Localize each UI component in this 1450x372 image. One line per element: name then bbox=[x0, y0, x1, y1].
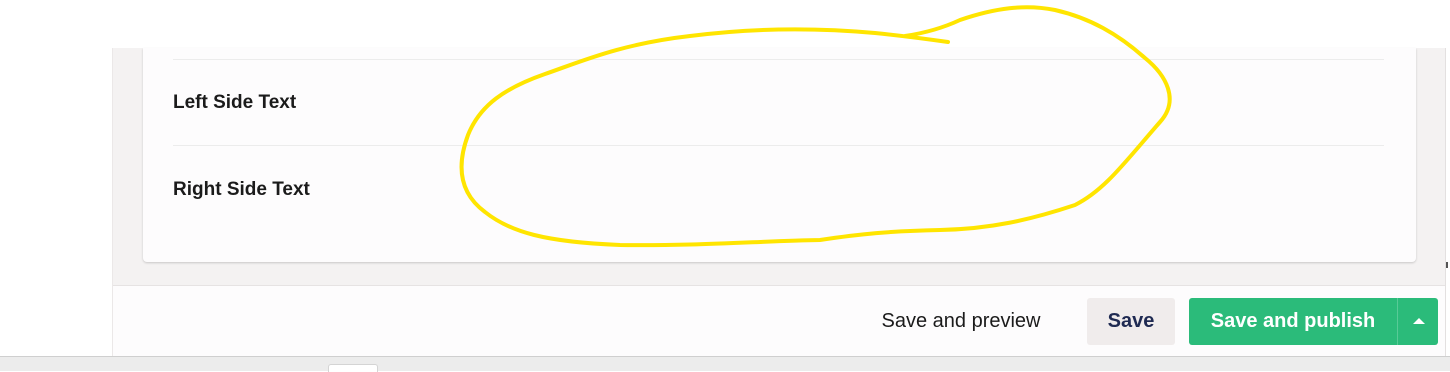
resize-handle bbox=[1446, 262, 1450, 268]
properties-panel: Left Side Text Right Side Text bbox=[143, 48, 1416, 262]
publish-options-button[interactable] bbox=[1397, 298, 1438, 345]
property-label-left-side-text: Left Side Text bbox=[173, 92, 297, 113]
taskbar-item[interactable] bbox=[328, 364, 378, 372]
taskbar bbox=[0, 356, 1450, 372]
save-and-publish-button[interactable]: Save and publish bbox=[1189, 298, 1397, 345]
property-divider bbox=[173, 59, 1384, 60]
save-and-publish-button-group: Save and publish bbox=[1189, 298, 1438, 345]
right-scrollbar-edge[interactable] bbox=[1445, 48, 1450, 356]
save-button[interactable]: Save bbox=[1087, 298, 1175, 345]
caret-up-icon bbox=[1413, 318, 1425, 324]
property-divider bbox=[173, 145, 1384, 146]
property-label-right-side-text: Right Side Text bbox=[173, 179, 310, 200]
editor-footer-bar: Save and preview Save Save and publish bbox=[113, 285, 1445, 357]
top-strip bbox=[0, 0, 1450, 48]
left-navigation-gutter bbox=[0, 48, 113, 356]
save-and-preview-button[interactable]: Save and preview bbox=[861, 298, 1061, 345]
